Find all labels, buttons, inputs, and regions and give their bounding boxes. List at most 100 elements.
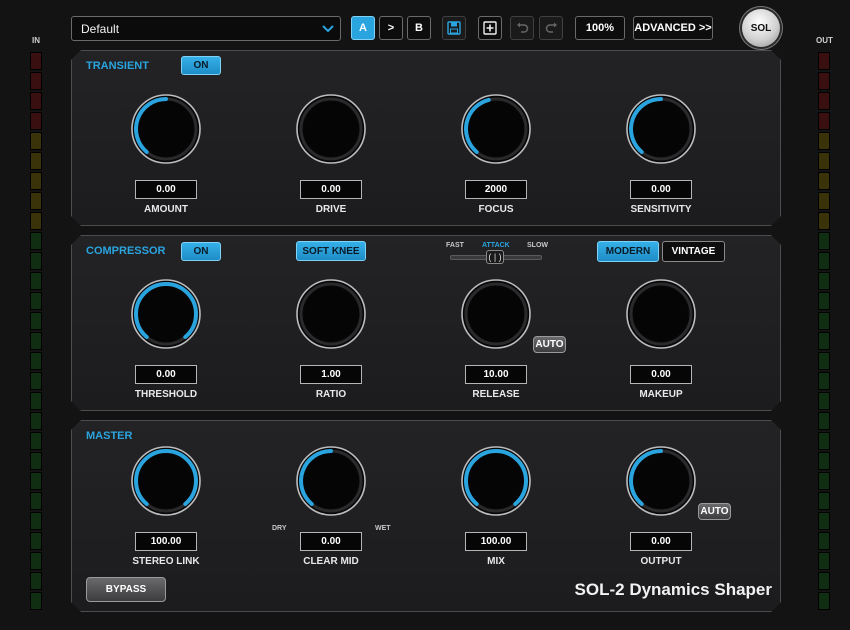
amount-knob[interactable] <box>130 93 202 165</box>
compressor-title: COMPRESSOR <box>86 245 166 257</box>
output-knob[interactable] <box>625 445 697 517</box>
save-icon <box>447 21 461 35</box>
meter-segment <box>818 432 830 450</box>
meter-segment <box>818 412 830 430</box>
attack-label: ATTACK <box>482 242 510 249</box>
meter-segment <box>818 452 830 470</box>
logo-button[interactable]: SOL <box>742 9 780 47</box>
modern-label: MODERN <box>605 246 651 257</box>
modern-mode-button[interactable]: MODERN <box>597 241 659 262</box>
transient-on-button[interactable]: ON <box>181 56 221 75</box>
vintage-mode-button[interactable]: VINTAGE <box>662 241 725 262</box>
preset-value: Default <box>81 21 120 36</box>
release-auto-button[interactable]: AUTO <box>533 336 566 353</box>
clear-mid-knob[interactable] <box>295 445 367 517</box>
mix-knob[interactable] <box>460 445 532 517</box>
preset-b-button[interactable]: B <box>407 16 431 40</box>
ratio-knob[interactable] <box>295 278 367 350</box>
transient-on-label: ON <box>193 60 209 71</box>
mix-value-field[interactable]: 100.00 <box>465 532 527 551</box>
plus-box-icon <box>483 21 497 35</box>
meter-segment <box>818 272 830 290</box>
meter-segment <box>818 52 830 70</box>
bypass-label: BYPASS <box>105 584 147 595</box>
release-knob[interactable] <box>460 278 532 350</box>
meter-segment <box>818 192 830 210</box>
save-button[interactable] <box>442 16 466 40</box>
meter-segment <box>818 152 830 170</box>
meter-segment <box>30 572 42 590</box>
stereo-link-label: STEREO LINK <box>132 556 200 567</box>
meter-segment <box>30 352 42 370</box>
sensitivity-label: SENSITIVITY <box>630 204 692 215</box>
meter-segment <box>818 292 830 310</box>
threshold-knob[interactable] <box>130 278 202 350</box>
drive-value-field[interactable]: 0.00 <box>300 180 362 199</box>
chevron-down-icon <box>322 24 334 32</box>
ratio-value-field[interactable]: 1.00 <box>300 365 362 384</box>
threshold-label: THRESHOLD <box>134 389 198 400</box>
compressor-on-button[interactable]: ON <box>181 242 221 261</box>
meter-segment <box>818 212 830 230</box>
clear-mid-wet-label: WET <box>375 525 391 532</box>
meter-segment <box>818 232 830 250</box>
add-preset-button[interactable] <box>478 16 502 40</box>
meter-segment <box>818 492 830 510</box>
meter-segment <box>30 392 42 410</box>
clear-mid-value-field[interactable]: 0.00 <box>300 532 362 551</box>
release-value-field[interactable]: 10.00 <box>465 365 527 384</box>
bypass-button[interactable]: BYPASS <box>86 577 166 602</box>
output-value-field[interactable]: 0.00 <box>630 532 692 551</box>
meter-segment <box>30 192 42 210</box>
redo-button[interactable] <box>539 16 563 40</box>
sensitivity-knob[interactable] <box>625 93 697 165</box>
meter-segment <box>30 52 42 70</box>
meter-segment <box>30 592 42 610</box>
copy-a-to-b-button[interactable]: > <box>379 16 403 40</box>
stereo-link-knob[interactable] <box>130 445 202 517</box>
meter-segment <box>30 472 42 490</box>
soft-knee-button[interactable]: SOFT KNEE <box>296 241 366 261</box>
undo-button[interactable] <box>510 16 534 40</box>
vintage-label: VINTAGE <box>671 246 716 257</box>
meter-segment <box>818 112 830 130</box>
soft-knee-label: SOFT KNEE <box>302 245 360 257</box>
meter-segment <box>30 332 42 350</box>
sensitivity-value-field[interactable]: 0.00 <box>630 180 692 199</box>
meter-segment <box>30 372 42 390</box>
output-auto-button[interactable]: AUTO <box>698 503 731 520</box>
meter-segment <box>818 372 830 390</box>
focus-knob[interactable] <box>460 93 532 165</box>
focus-label: FOCUS <box>478 204 514 215</box>
meter-segment <box>818 512 830 530</box>
makeup-value-field[interactable]: 0.00 <box>630 365 692 384</box>
makeup-label: MAKEUP <box>639 389 683 400</box>
meter-segment <box>818 572 830 590</box>
meter-segment <box>818 312 830 330</box>
advanced-button[interactable]: ADVANCED >> <box>633 16 713 40</box>
preset-a-button[interactable]: A <box>351 16 375 40</box>
attack-slider-handle[interactable]: ( | ) <box>486 250 504 264</box>
meter-segment <box>30 512 42 530</box>
amount-label: AMOUNT <box>144 204 188 215</box>
meter-segment <box>30 272 42 290</box>
drive-knob[interactable] <box>295 93 367 165</box>
output-auto-label: AUTO <box>700 506 729 517</box>
zoom-button[interactable]: 100% <box>575 16 625 40</box>
meter-segment <box>818 532 830 550</box>
threshold-value-field[interactable]: 0.00 <box>135 365 197 384</box>
stereo-link-value-field[interactable]: 100.00 <box>135 532 197 551</box>
preset-dropdown[interactable]: Default <box>71 16 341 41</box>
makeup-knob[interactable] <box>625 278 697 350</box>
input-meter-label: IN <box>32 36 40 45</box>
output-meter-label: OUT <box>816 36 833 45</box>
meter-segment <box>30 492 42 510</box>
meter-segment <box>30 412 42 430</box>
focus-value-field[interactable]: 2000 <box>465 180 527 199</box>
meter-segment <box>818 252 830 270</box>
amount-value-field[interactable]: 0.00 <box>135 180 197 199</box>
master-title: MASTER <box>86 430 133 442</box>
meter-segment <box>30 552 42 570</box>
meter-segment <box>30 292 42 310</box>
meter-segment <box>818 472 830 490</box>
